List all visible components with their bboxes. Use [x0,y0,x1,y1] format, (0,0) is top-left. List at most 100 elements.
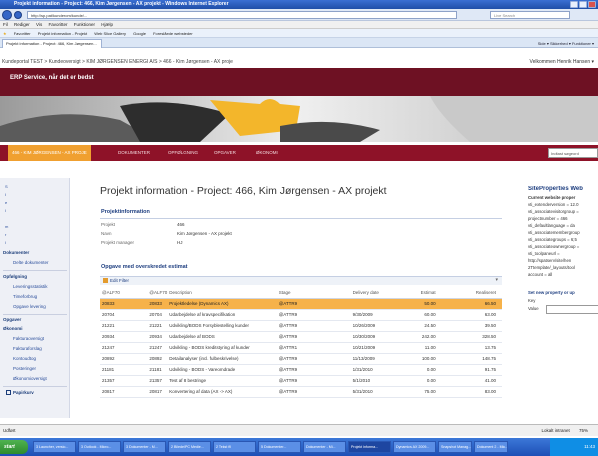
taskbar-item[interactable]: 2 Tekst fil [213,441,256,453]
taskbar-item[interactable]: Snapshot Manag... [438,441,472,453]
menu-file[interactable]: Fil [3,22,8,27]
nav-item-delivery-stats[interactable]: Leveringsstatistik [13,284,48,289]
menu-view[interactable]: Vis [36,22,42,27]
menu-help[interactable]: Hjælp [101,22,113,27]
nav-group-documents[interactable]: Dokumenter [3,250,29,255]
nav-item-invoice-overview[interactable]: Fakturaoversigt [13,336,44,341]
taskbar-item[interactable]: 3 Launcher, versio... [33,441,76,453]
nav-item-economy-overview[interactable]: Økonomioversigt [13,376,47,381]
table-cell[interactable]: Udvikling/BODS Forsyblestelling kunder [167,320,277,332]
taskbar-item-active[interactable]: Projekt informa... [348,441,391,453]
close-button[interactable] [588,1,596,8]
table-cell[interactable]: Detailanalyser (incl. fulbeskrivelse) [167,353,277,365]
taskbar-item[interactable]: Dynamics AX 2009... [393,441,436,453]
minimize-button[interactable] [570,1,578,8]
nav-group-followup[interactable]: Opfølgning [3,274,27,279]
menu-favorites[interactable]: Favoritter [48,22,67,27]
table-cell: 148.75 [441,353,502,365]
table-row[interactable]: 20833 20833 Projektledelse (Dynamics AX) @A… [100,298,502,310]
column-header[interactable]: Delivery date [350,288,402,299]
site-title[interactable]: ERP Service, når det er bedst [10,75,94,81]
quicklaunch-item[interactable]: e [5,200,7,205]
back-arrow-icon[interactable] [2,10,12,20]
command-bar[interactable]: Side ▾ Sikkerhed ▾ Funktioner ▾ [538,40,594,47]
page-title: Projekt information - Project: 466, Kim … [100,185,387,197]
welcome-menu[interactable]: Velkommen Henrik Hansen ▾ [530,57,594,67]
table-cell[interactable]: Konvertering af data (AX -> AX) [167,386,277,398]
table-row[interactable]: 20704 20704 Udarbejdelse af kravspecifikat… [100,309,502,321]
nav-group-tasks[interactable]: Opgaver [3,317,21,322]
recycle-bin-link[interactable]: Papirkurv [6,390,34,395]
table-cell[interactable]: Test af 8 bestringe [167,375,277,387]
fav-item[interactable]: Foreslåede websteder [153,31,193,36]
nav-item-account-statement[interactable]: Kontoudtog [13,356,36,361]
zoom-level[interactable]: 75% [579,428,588,433]
quicklaunch-item[interactable]: I [5,192,6,197]
fav-item[interactable]: Projekt information - Projekt [38,31,87,36]
column-header[interactable]: Description [167,288,277,299]
site-banner [0,68,598,96]
table-cell[interactable]: Udarbejdelse af kravspecifikation [167,309,277,321]
column-header[interactable]: @ALF70 [147,288,168,299]
quicklaunch-item[interactable]: r [5,232,6,237]
table-cell[interactable]: Udarbejdelse af BODS [167,331,277,343]
site-search-input[interactable]: Indtast søgeord [548,148,598,158]
fav-item[interactable]: Google [133,31,146,36]
maximize-button[interactable] [579,1,587,8]
nav-tab-followup[interactable]: OPFØLGNING [168,145,198,161]
nav-tab-documents[interactable]: DOKUMENTER [118,145,150,161]
nav-tab-project[interactable]: 466 - KIM JØRGENSEN - AX PROJE [8,145,91,161]
nav-item-postings[interactable]: Posteringer [13,366,36,371]
address-bar: http://sp.pat/kunderom/kunde/... Live Se… [0,9,598,21]
column-header[interactable]: Realiseret [441,288,502,299]
column-header[interactable]: Estimat [402,288,442,299]
table-cell[interactable]: Udvikling - BODS kreditstyring af kunder [167,342,277,354]
breadcrumb-path[interactable]: Kundeportal TEST > Kundeoversigt > KIM J… [2,59,233,65]
url-field[interactable]: http://sp.pat/kunderom/kunde/... [27,11,457,19]
table-row[interactable]: 21247 21247 Udvikling - BODS kreditstyring… [100,342,502,354]
taskbar-item[interactable]: 3 Dokumenter - M... [123,441,166,453]
table-row[interactable]: 21221 21221 Udvikling/BODS Forsyblestellin… [100,320,502,332]
table-row[interactable]: 20817 20817 Konvertering af data (AX -> AX… [100,386,502,398]
nav-group-economy[interactable]: Økonomi [3,326,23,331]
favorites-star-icon[interactable]: ★ [3,31,7,36]
taskbar-item[interactable]: 2 Bilede/PC Medie... [168,441,211,453]
fav-item[interactable]: Web Slice Gallery [94,31,126,36]
table-cell: @ATTR9 [276,320,351,332]
table-row[interactable]: 20892 20892 Detailanalyser (incl. fulbeskr… [100,353,502,365]
collapse-arrow-icon[interactable]: ▾ [495,277,498,283]
nav-tab-economy[interactable]: ØKONOMI [256,145,278,161]
menu-tools[interactable]: Funktioner [74,22,95,27]
column-header[interactable]: @ALF70 [100,288,148,299]
quicklaunch-item[interactable]: m [5,224,8,229]
nav-item-time-usage[interactable]: Timeforbrug [13,294,37,299]
browser-search-input[interactable]: Live Search [490,11,570,19]
quicklaunch-item[interactable]: S [5,184,8,189]
column-header[interactable]: Stage [276,288,351,299]
fav-item[interactable]: Favoritter [14,31,31,36]
taskbar-item[interactable]: Dokumenter - Mi... [303,441,346,453]
nav-item-task-delivery[interactable]: Opgave levering [13,304,46,309]
table-cell[interactable]: Udvikling - BODS - Vareomdrade [167,364,277,376]
value-input[interactable] [546,305,598,314]
taskbar-item[interactable]: 3 Outlook - Micro... [78,441,121,453]
table-cell[interactable]: Projektledelse (Dynamics AX) [167,298,277,310]
table-row[interactable]: 20934 20934 Udarbejdelse af BODS @ATTR9 10/3… [100,331,502,343]
table-cell: @ATTR9 [276,386,351,398]
table-row[interactable]: 21181 21181 Udvikling - BODS - Vareomdrade… [100,364,502,376]
nav-item-shared-documents[interactable]: Delte dokumenter [13,260,49,265]
nav-tab-tasks[interactable]: OPGAVER [214,145,236,161]
table-row[interactable]: 21357 21357 Test af 8 bestringe @ATTR9 5/1/2… [100,375,502,387]
webpart-title[interactable]: SiteProperties Web [528,186,583,192]
clock[interactable]: 11:43 [584,444,595,449]
quicklaunch-item[interactable]: l [5,208,6,213]
nav-item-invoice-proposal[interactable]: Fakturaforslag [13,346,42,351]
edit-filter-link[interactable]: Edit Filter [103,278,129,283]
forward-arrow-icon[interactable] [14,11,22,19]
taskbar-item[interactable]: 5 Dokumenter... [258,441,301,453]
browser-tab[interactable]: Projekt information - Project: 466, Kim … [2,39,102,48]
menu-edit[interactable]: Rediger [14,22,30,27]
taskbar-item[interactable]: Dokument 2 - Mic... [474,441,508,453]
quicklaunch-item[interactable]: l [5,240,6,245]
start-button[interactable]: start [0,440,28,454]
